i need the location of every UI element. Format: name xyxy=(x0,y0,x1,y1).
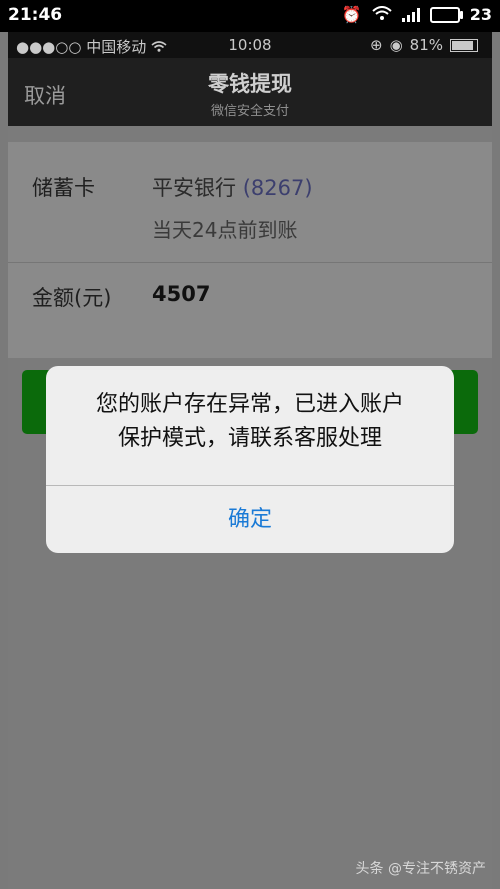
android-battery-level: 23 xyxy=(469,5,492,24)
android-status-bar: 21:46 ⏰ 23 xyxy=(0,0,500,32)
alert-message: 您的账户存在异常，已进入账户 保护模式，请联系客服处理 xyxy=(95,392,404,451)
cellular-signal-icon xyxy=(401,7,420,22)
ios-status-icons: ⊕ ◉ 81% xyxy=(370,36,478,54)
android-status-icons: ⏰ 23 xyxy=(342,5,492,24)
ios-battery-level: 81% xyxy=(409,36,443,54)
rotation-lock-icon: ⊕ xyxy=(369,36,383,54)
alert-dialog: 您的账户存在异常，已进入账户 保护模式，请联系客服处理 确定 xyxy=(46,366,454,553)
page-subtitle: 微信安全支付 xyxy=(210,104,289,119)
card-label: 储蓄卡 xyxy=(32,176,95,200)
watermark: 头条 @专注不锈资产 xyxy=(355,861,486,877)
navigation-bar: 取消 零钱提现 微信安全支付 xyxy=(8,58,492,126)
bank-card-selector[interactable]: 平安银行 (8267) xyxy=(152,172,313,202)
battery-icon xyxy=(429,6,463,23)
arrival-note: 当天24点前到账 xyxy=(152,218,298,242)
alarm-icon: ◉ xyxy=(389,36,403,54)
wechat-withdraw-screen: ●●●○○ 中国移动 10:08 ⊕ ◉ 81% 取消 零钱提现 微信安全支付 … xyxy=(8,32,492,889)
amount-input[interactable]: 4507 xyxy=(152,282,210,306)
android-clock: 21:46 xyxy=(8,5,63,25)
divider xyxy=(8,262,492,263)
battery-icon xyxy=(450,38,478,52)
bank-name: 平安银行 xyxy=(152,176,236,200)
alarm-icon: ⏰ xyxy=(341,5,362,24)
page-title: 零钱提现 xyxy=(208,72,292,96)
withdraw-form: 储蓄卡 平安银行 (8267) 当天24点前到账 金额(元) 4507 xyxy=(8,142,492,358)
confirm-button[interactable]: 确定 xyxy=(46,486,454,553)
wifi-icon xyxy=(372,5,392,24)
ios-status-bar: ●●●○○ 中国移动 10:08 ⊕ ◉ 81% xyxy=(8,32,492,58)
bank-card-number: (8267) xyxy=(242,176,313,200)
amount-label: 金额(元) xyxy=(32,286,112,310)
